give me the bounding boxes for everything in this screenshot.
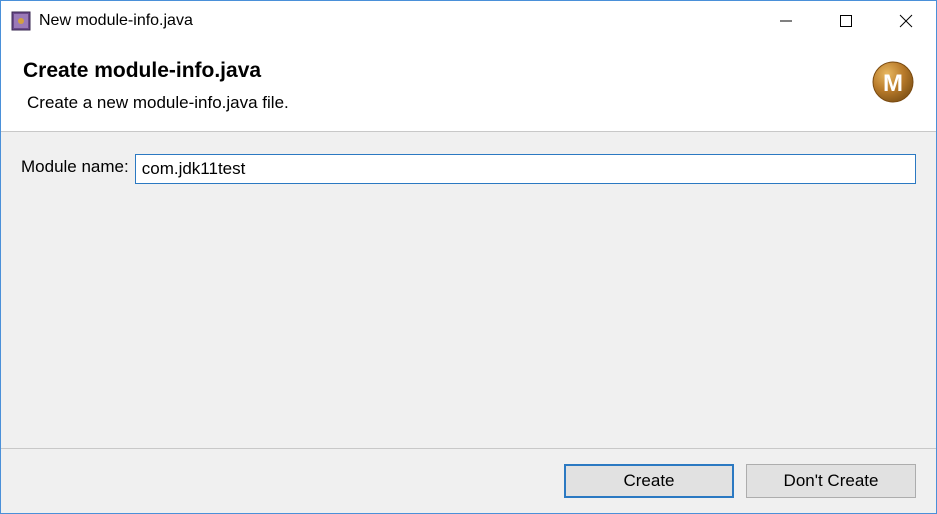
titlebar: New module-info.java xyxy=(1,1,936,41)
badge-letter: M xyxy=(883,70,903,97)
dont-create-button[interactable]: Don't Create xyxy=(746,464,916,498)
close-button[interactable] xyxy=(876,1,936,41)
dialog-subtitle: Create a new module-info.java file. xyxy=(23,93,914,113)
module-name-label: Module name: xyxy=(21,154,129,177)
dialog-title: Create module-info.java xyxy=(23,59,914,83)
minimize-button[interactable] xyxy=(756,1,816,41)
module-name-input[interactable] xyxy=(135,154,916,184)
module-badge-icon: M xyxy=(872,61,914,103)
window-title: New module-info.java xyxy=(39,12,756,30)
dialog-header: Create module-info.java Create a new mod… xyxy=(1,41,936,132)
app-icon xyxy=(11,11,31,31)
maximize-button[interactable] xyxy=(816,1,876,41)
window-controls xyxy=(756,1,936,41)
create-button[interactable]: Create xyxy=(564,464,734,498)
dialog-footer: Create Don't Create xyxy=(1,449,936,513)
dialog-content: Module name: xyxy=(1,132,936,449)
dialog-window: New module-info.java Create module-info xyxy=(0,0,937,514)
